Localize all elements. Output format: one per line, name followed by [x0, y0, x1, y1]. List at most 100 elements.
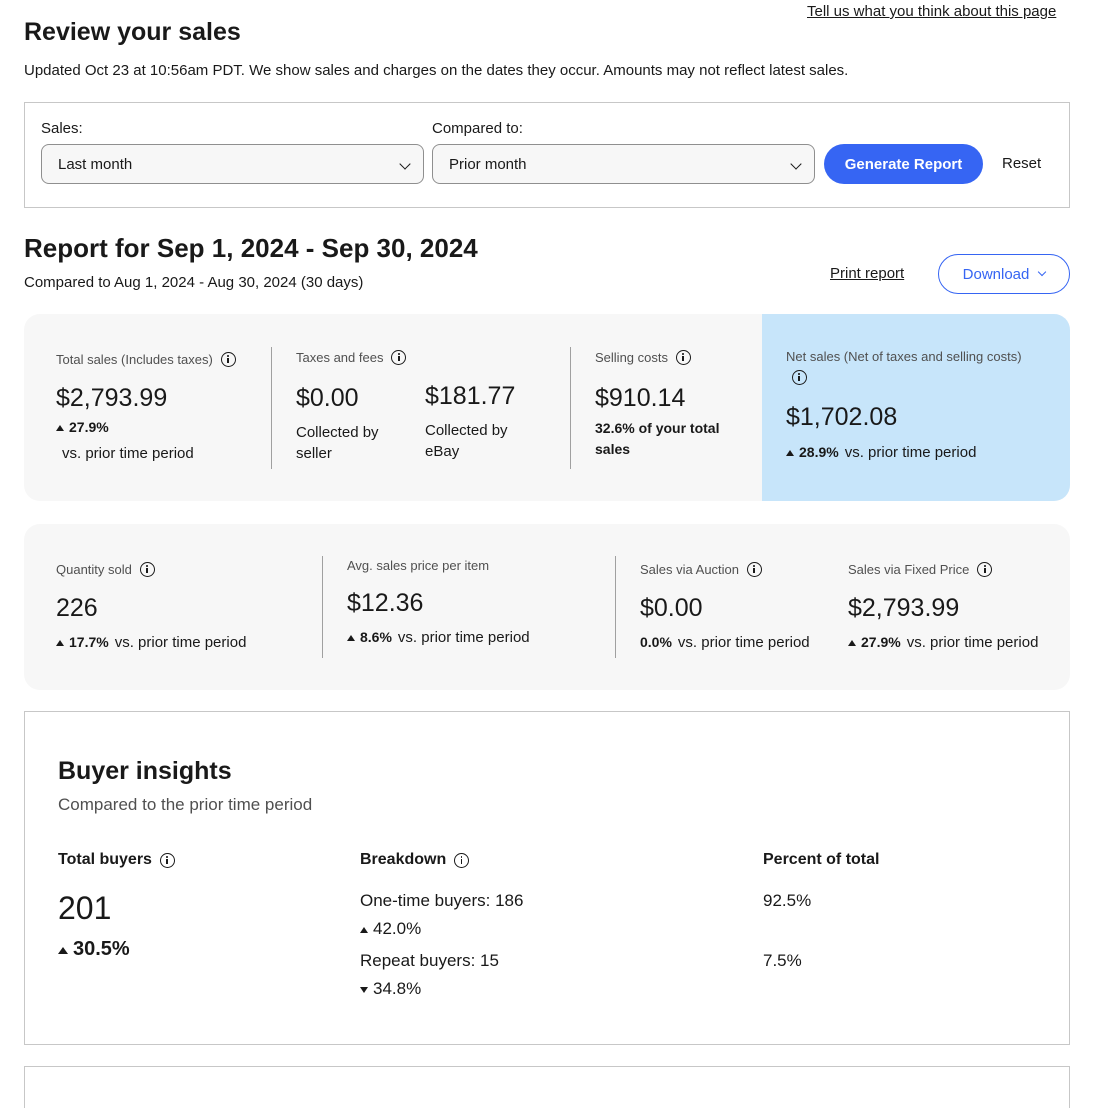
chevron-down-icon [399, 158, 411, 170]
buyer-insights-subtitle: Compared to the prior time period [58, 795, 313, 814]
report-filter-panel: Sales: Last month Compared to: Prior mon… [24, 102, 1070, 208]
page-title: Review your sales [24, 18, 241, 46]
repeat-buyers: Repeat buyers: 15 [360, 951, 499, 970]
arrow-up-icon [58, 947, 68, 954]
auction-sales-change-text: vs. prior time period [677, 634, 810, 651]
info-icon[interactable] [675, 350, 691, 365]
breakdown-heading-text: Breakdown [360, 851, 447, 868]
fixed-price-sales-change-text: vs. prior time period [906, 634, 1039, 651]
buyer-insights-section: Buyer insights Compared to the prior tim… [24, 711, 1070, 1045]
net-sales-change-pct: 28.9% [799, 444, 839, 460]
buyer-insights-title: Buyer insights [58, 757, 232, 785]
generate-report-button[interactable]: Generate Report [824, 144, 983, 184]
arrow-up-icon [848, 640, 856, 646]
item-metrics-card: Quantity sold 226 17.7% vs. prior time pe… [24, 524, 1070, 690]
taxes-seller-value: $0.00 [296, 384, 359, 412]
net-sales-change: 28.9% vs. prior time period [786, 444, 976, 461]
quantity-sold-label-text: Quantity sold [56, 562, 132, 577]
repeat-buyers-change: 34.8% [360, 979, 421, 999]
total-buyers-value: 201 [58, 890, 112, 926]
total-buyers-change-pct: 30.5% [73, 938, 130, 960]
arrow-up-icon [56, 425, 64, 431]
quantity-sold-change: 17.7% vs. prior time period [56, 634, 246, 651]
sales-summary-card: Total sales (Includes taxes) $2,793.99 2… [24, 314, 1070, 501]
total-sales-value: $2,793.99 [56, 384, 168, 412]
auction-sales-change: 0.0% vs. prior time period [640, 634, 810, 651]
reset-button[interactable]: Reset [1002, 155, 1041, 172]
total-sales-label-text: Total sales (Includes taxes) [56, 352, 213, 367]
taxes-ebay-text-1: Collected by [425, 422, 508, 439]
fixed-price-sales-label: Sales via Fixed Price [848, 562, 993, 577]
auction-sales-label: Sales via Auction [640, 562, 763, 577]
info-icon[interactable] [977, 562, 993, 577]
arrow-down-icon [360, 987, 368, 993]
avg-price-change-text: vs. prior time period [397, 629, 530, 646]
net-sales-change-text: vs. prior time period [844, 444, 977, 461]
breakdown-heading: Breakdown [360, 851, 470, 869]
divider [570, 347, 571, 469]
selling-costs-note-1: 32.6% of your total [595, 420, 720, 436]
avg-price-change-pct: 8.6% [360, 629, 392, 645]
total-sales-label: Total sales (Includes taxes) [56, 352, 236, 367]
next-section [24, 1066, 1070, 1108]
selling-costs-note-2: sales [595, 441, 631, 457]
info-icon[interactable] [220, 352, 236, 367]
repeat-buyers-percent: 7.5% [763, 951, 802, 970]
download-label: Download [962, 265, 1030, 283]
divider [322, 556, 323, 658]
info-icon[interactable] [747, 562, 763, 577]
arrow-up-icon [347, 635, 355, 641]
selling-costs-label-text: Selling costs [595, 350, 668, 365]
one-time-buyers: One-time buyers: 186 [360, 891, 524, 910]
percent-of-total-heading: Percent of total [763, 851, 880, 868]
report-comparison: Compared to Aug 1, 2024 - Aug 30, 2024 (… [24, 274, 364, 291]
compared-to-select[interactable]: Prior month [432, 144, 815, 184]
taxes-fees-label-text: Taxes and fees [296, 350, 384, 365]
taxes-ebay-value: $181.77 [425, 382, 516, 410]
auction-sales-value: $0.00 [640, 594, 703, 622]
arrow-up-icon [786, 450, 794, 456]
total-buyers-heading: Total buyers [58, 851, 175, 869]
total-sales-change: 27.9% [56, 419, 115, 436]
quantity-sold-label: Quantity sold [56, 562, 155, 577]
arrow-up-icon [56, 640, 64, 646]
updated-notice: Updated Oct 23 at 10:56am PDT. We show s… [24, 62, 849, 79]
arrow-up-icon [360, 927, 368, 933]
sales-period-label: Sales: [41, 120, 83, 137]
feedback-link[interactable]: Tell us what you think about this page [807, 3, 1056, 20]
taxes-seller-text-1: Collected by [296, 424, 379, 441]
one-time-buyers-percent: 92.5% [763, 891, 812, 910]
fixed-price-sales-change: 27.9% vs. prior time period [848, 634, 1038, 651]
quantity-sold-value: 226 [56, 594, 98, 622]
repeat-buyers-change-pct: 34.8% [373, 979, 422, 998]
download-button[interactable]: Download [938, 254, 1070, 294]
one-time-buyers-change: 42.0% [360, 919, 421, 939]
info-icon[interactable] [391, 350, 407, 365]
avg-price-change: 8.6% vs. prior time period [347, 629, 530, 646]
selling-costs-value: $910.14 [595, 384, 686, 412]
info-icon[interactable] [454, 852, 470, 868]
info-icon[interactable] [159, 852, 175, 868]
total-buyers-heading-text: Total buyers [58, 851, 152, 868]
auction-sales-label-text: Sales via Auction [640, 562, 740, 577]
print-report-link[interactable]: Print report [830, 265, 904, 282]
auction-sales-change-pct: 0.0% [640, 634, 672, 650]
taxes-seller-text-2: seller [296, 445, 332, 462]
total-sales-change-text: vs. prior time period [62, 445, 194, 462]
one-time-buyers-change-pct: 42.0% [373, 919, 422, 938]
divider [271, 347, 272, 469]
divider [615, 556, 616, 658]
quantity-sold-change-text: vs. prior time period [114, 634, 247, 651]
info-icon[interactable] [792, 370, 807, 385]
fixed-price-sales-value: $2,793.99 [848, 594, 960, 622]
sales-period-select[interactable]: Last month [41, 144, 424, 184]
net-sales-label: Net sales (Net of taxes and selling cost… [786, 349, 1022, 364]
total-sales-change-pct: 27.9% [69, 419, 109, 435]
info-icon[interactable] [139, 562, 155, 577]
selling-costs-label: Selling costs [595, 350, 691, 365]
compared-to-value: Prior month [449, 156, 527, 173]
total-buyers-change: 30.5% [58, 938, 130, 961]
fixed-price-sales-change-pct: 27.9% [861, 634, 901, 650]
taxes-fees-label: Taxes and fees [296, 350, 407, 365]
quantity-sold-change-pct: 17.7% [69, 634, 109, 650]
